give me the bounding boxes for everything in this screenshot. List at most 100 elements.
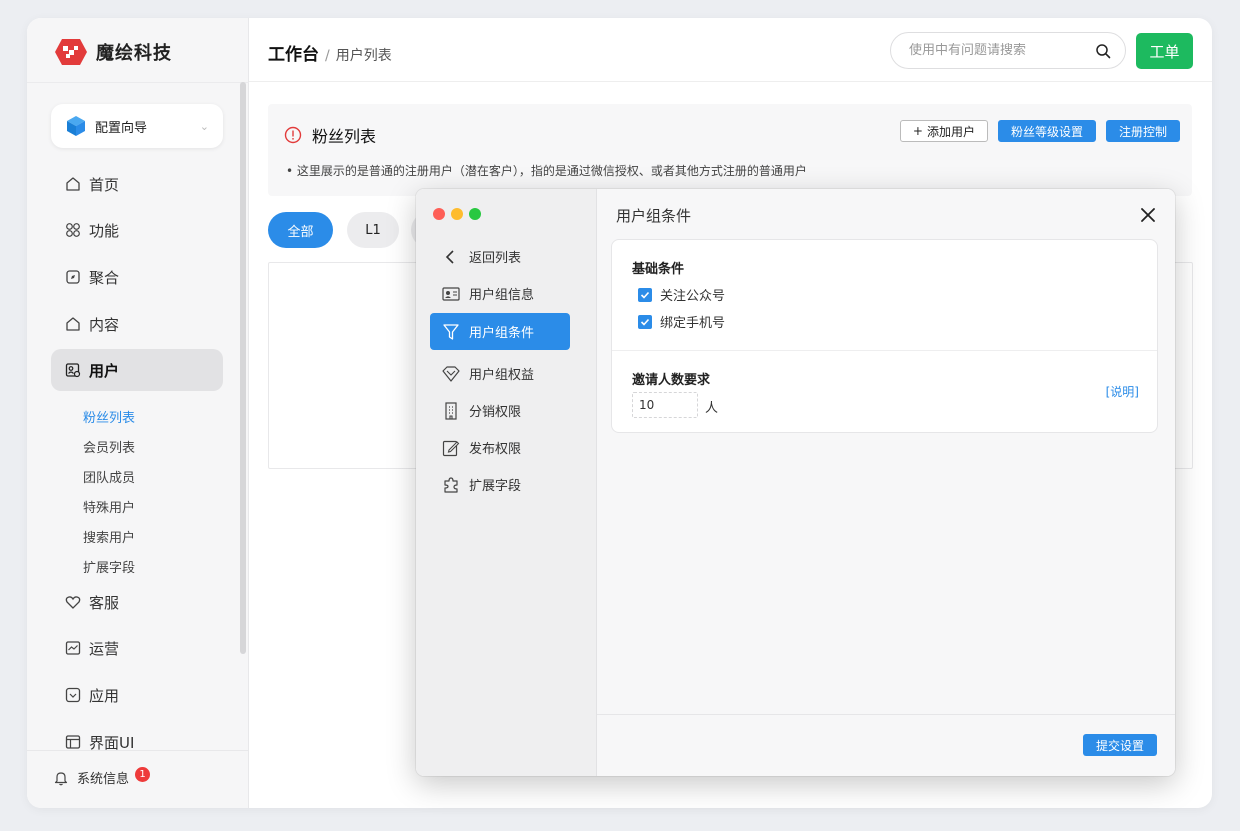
close-icon[interactable] [1139, 206, 1157, 224]
sub-item-members-list[interactable]: 会员列表 [83, 437, 135, 456]
breadcrumb: 工作台 / 用户列表 [268, 40, 392, 65]
brand-logo-icon [55, 39, 87, 65]
config-wizard-dropdown[interactable]: 配置向导 ⌄ [51, 104, 223, 148]
close-window-dot[interactable] [433, 208, 445, 220]
submit-settings-button[interactable]: 提交设置 [1082, 734, 1157, 756]
modal-nav-distribution-permission[interactable]: 分销权限 [430, 392, 570, 429]
home-icon [65, 316, 81, 332]
notification-badge: 1 [135, 767, 150, 782]
checkbox-follow-official-account[interactable]: 关注公众号 [638, 285, 725, 304]
nav-item-users[interactable]: 用户 [51, 349, 223, 391]
register-control-button[interactable]: 注册控制 [1105, 120, 1180, 142]
plus-icon: + [912, 124, 923, 138]
chevron-down-icon: ⌄ [199, 119, 209, 133]
sidebar-scrollbar[interactable] [240, 82, 246, 654]
checkbox-label: 关注公众号 [660, 289, 726, 304]
filter-l1-tab[interactable]: L1 [347, 212, 399, 248]
modal-nav-group-benefits[interactable]: 用户组权益 [430, 355, 570, 392]
chevron-left-icon [442, 248, 460, 266]
checkbox-checked-icon[interactable] [638, 287, 652, 302]
brand-name: 魔绘科技 [96, 43, 172, 64]
panel-header: 粉丝列表 [284, 123, 376, 147]
filter-all-tab[interactable]: 全部 [268, 212, 333, 248]
sub-item-special-users[interactable]: 特殊用户 [83, 497, 135, 516]
nav-item-apps[interactable]: 应用 [51, 674, 223, 716]
info-icon [284, 126, 302, 144]
chart-icon [65, 640, 81, 656]
wizard-label: 配置向导 [95, 120, 148, 136]
invite-count-input[interactable] [632, 392, 698, 418]
system-info-button[interactable]: 系统信息 [53, 768, 129, 787]
sub-item-search-users[interactable]: 搜索用户 [83, 527, 135, 546]
modal-nav-label: 分销权限 [469, 405, 522, 420]
modal-nav-publish-permission[interactable]: 发布权限 [430, 429, 570, 466]
help-search-box [890, 32, 1126, 69]
nav-item-features[interactable]: 功能 [51, 209, 223, 251]
modal-nav-back-to-list[interactable]: 返回列表 [430, 238, 570, 275]
layout-icon [65, 734, 81, 750]
add-user-button[interactable]: + 添加用户 [899, 120, 988, 142]
sidebar-divider [27, 82, 249, 83]
nav-item-label: 用户 [89, 361, 120, 380]
modal-nav-label: 用户组权益 [469, 368, 535, 383]
filter-icon [442, 323, 460, 341]
puzzle-icon [442, 476, 460, 494]
nav-item-customer-service[interactable]: 客服 [51, 581, 223, 623]
breadcrumb-separator: / [325, 48, 330, 64]
breadcrumb-workbench[interactable]: 工作台 [268, 40, 319, 65]
building-icon [442, 401, 460, 420]
top-header: 工作台 / 用户列表 工单 [249, 18, 1212, 82]
sub-item-team-members[interactable]: 团队成员 [83, 467, 135, 486]
window-controls [433, 208, 481, 220]
minimize-window-dot[interactable] [451, 208, 463, 220]
sidebar: 魔绘科技 配置向导 ⌄ 首页 功能 聚合 内容 用户 粉丝列表 会员列表 团队成… [27, 18, 249, 808]
modal-nav-group-conditions[interactable]: 用户组条件 [430, 313, 570, 350]
modal-nav-label: 发布权限 [469, 442, 522, 457]
sidebar-footer-divider [27, 750, 249, 751]
basic-conditions-title: 基础条件 [632, 262, 685, 277]
nav-item-label: 运营 [89, 639, 120, 658]
nav-item-content[interactable]: 内容 [51, 303, 223, 345]
modal-title: 用户组条件 [616, 207, 692, 225]
fans-list-panel: 粉丝列表 + 添加用户 粉丝等级设置 注册控制 • 这里展示的是普通的注册用户（… [268, 104, 1192, 196]
help-search-input[interactable] [909, 43, 1095, 58]
compass-icon [65, 269, 81, 285]
nav-item-label: 应用 [89, 686, 120, 705]
modal-nav-group-info[interactable]: 用户组信息 [430, 275, 570, 312]
fan-level-settings-button[interactable]: 粉丝等级设置 [997, 120, 1096, 142]
user-card-icon [65, 362, 81, 378]
modal-nav-label: 返回列表 [469, 251, 522, 266]
nav-item-label: 功能 [89, 221, 120, 240]
modal-content: 用户组条件 基础条件 关注公众号 绑定手机号 邀请人数要求 人 [说明] 提交设… [597, 189, 1175, 776]
sub-item-extended-fields[interactable]: 扩展字段 [83, 557, 135, 576]
modal-footer-divider [597, 714, 1175, 715]
conditions-card: 基础条件 关注公众号 绑定手机号 邀请人数要求 人 [说明] [611, 239, 1158, 433]
breadcrumb-user-list: 用户列表 [335, 48, 392, 64]
modal-nav-label: 扩展字段 [469, 479, 522, 494]
modal-sidebar: 返回列表 用户组信息 用户组条件 用户组权益 分销权限 发布权限 扩展字段 [416, 189, 597, 776]
logo: 魔绘科技 [54, 37, 172, 67]
system-info-label: 系统信息 [77, 772, 130, 787]
maximize-window-dot[interactable] [469, 208, 481, 220]
checkbox-label: 绑定手机号 [660, 316, 726, 331]
sub-item-fans-list[interactable]: 粉丝列表 [83, 407, 135, 426]
user-group-modal: 返回列表 用户组信息 用户组条件 用户组权益 分销权限 发布权限 扩展字段 用户… [416, 189, 1175, 776]
nav-item-operations[interactable]: 运营 [51, 627, 223, 669]
checkbox-bind-phone[interactable]: 绑定手机号 [638, 312, 725, 331]
add-user-label: 添加用户 [926, 124, 975, 139]
invite-unit-label: 人 [705, 401, 719, 416]
cube-icon [67, 116, 85, 136]
home-icon [65, 176, 81, 192]
nav-item-label: 内容 [89, 315, 120, 334]
ticket-button[interactable]: 工单 [1136, 33, 1193, 69]
search-icon[interactable] [1095, 43, 1111, 59]
checkbox-checked-icon[interactable] [638, 314, 652, 329]
nav-item-aggregate[interactable]: 聚合 [51, 256, 223, 298]
nav-item-home[interactable]: 首页 [51, 163, 223, 205]
nav-item-interface-ui[interactable]: 界面UI [51, 721, 223, 763]
modal-nav-extended-fields[interactable]: 扩展字段 [430, 466, 570, 503]
card-divider [612, 350, 1157, 351]
panel-title: 粉丝列表 [312, 127, 377, 146]
nav-item-label: 客服 [89, 593, 120, 612]
explain-link[interactable]: [说明] [1106, 383, 1139, 400]
